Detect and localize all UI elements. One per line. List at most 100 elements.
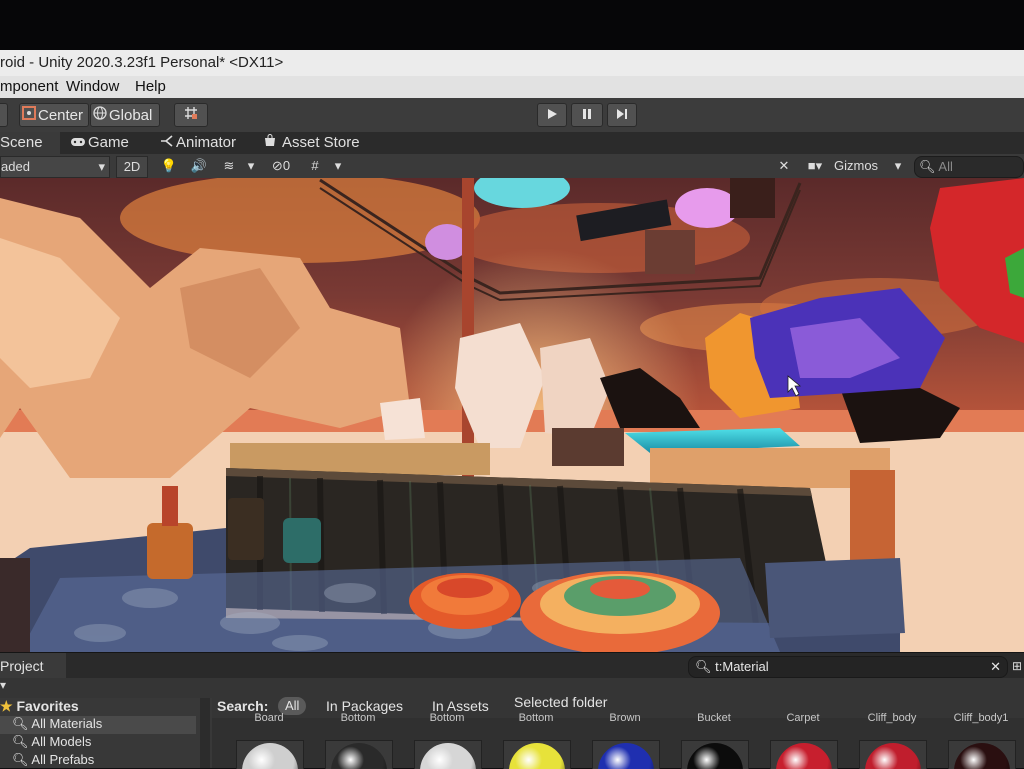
tab-asset-store-label: Asset Store [282,134,360,151]
kettle-item [283,518,321,563]
asset-label: Cliff_body [867,712,917,724]
project-search-input[interactable]: 🔍︎ t:Material ✕ [688,656,1008,678]
material-sphere [865,743,921,769]
camera-icon: ■▾ [807,158,823,173]
star-icon: ★ [0,698,13,714]
favorite-all-materials[interactable]: 🔍︎ All Materials [0,716,196,734]
global-label: Global [109,107,153,124]
grid-snap-button[interactable] [174,103,208,127]
tab-game-label: Game [88,134,129,151]
asset-thumbnail [770,740,838,769]
asset-label: Bucket [697,712,731,724]
grid-dropdown[interactable]: ▾ [330,156,346,176]
search-icon: 🔍︎ [12,734,29,749]
tab-animator[interactable]: Animator [160,132,250,154]
material-sphere [687,743,743,769]
gizmos-button[interactable]: Gizmos [834,156,890,176]
favorites-panel: ★ Favorites 🔍︎ All Materials 🔍︎ All Mode… [0,698,212,768]
scene-search-input[interactable]: 🔍︎ All [914,156,1024,178]
bottle-item [162,486,178,526]
asset-tile[interactable]: Cliff_body [857,712,927,769]
step-icon [608,104,636,128]
favorite-all-prefabs[interactable]: 🔍︎ All Prefabs [0,752,94,768]
chevron-down-icon: ▾ [98,159,105,174]
asset-thumbnail [948,740,1016,769]
audio-toggle[interactable]: 🔊 [186,156,212,176]
asset-tile[interactable]: Bottom [323,712,393,769]
asset-thumbnail [681,740,749,769]
floating-disc [675,188,739,228]
layers-icon: ≋ [223,158,235,173]
asset-tile[interactable]: Brown [590,712,660,769]
animator-icon [160,132,176,154]
menu-item-component[interactable]: mponent [0,76,58,98]
asset-label: Brown [609,712,641,724]
tab-asset-store[interactable]: Asset Store [264,132,374,154]
search-icon: 🔍︎ [12,716,29,731]
scene-search-placeholder: All [938,159,953,174]
search-icon: 🔍︎ [695,659,712,674]
pause-button[interactable] [571,103,603,127]
toggle-2d-button[interactable]: 2D [116,156,148,178]
asset-tile[interactable]: Bottom [501,712,571,769]
lighting-toggle[interactable]: 💡 [156,156,182,176]
asset-label: Carpet [786,712,820,724]
asset-tile[interactable]: Bucket [679,712,749,769]
tools-toggle[interactable]: ✕ [772,156,796,176]
play-button[interactable] [537,103,567,127]
stool [552,428,624,466]
menu-item-window[interactable]: Window [66,76,119,98]
tab-game[interactable]: Game [70,132,150,154]
globe-icon [91,104,109,128]
project-search-value: t:Material [715,659,769,674]
gizmos-dropdown[interactable]: ▾ [890,156,906,176]
asset-grid: Board Bottom Bottom Bottom Brown Bucket Carpet… [212,712,1024,769]
camera-dropdown[interactable]: ■▾ [800,156,830,176]
tab-project[interactable]: Project [0,653,66,679]
tab-scene[interactable]: Scene [0,132,60,154]
wooden-pole [462,178,474,478]
asset-label: Board [254,712,284,724]
asset-thumbnail [414,740,482,769]
pivot-center-button[interactable]: Center [19,103,89,127]
favorite-all-models[interactable]: 🔍︎ All Models [0,734,91,752]
favorite-label: All Materials [31,716,103,731]
favorites-header[interactable]: ★ Favorites [0,698,79,716]
asset-tile[interactable]: Bottom [412,712,482,769]
center-pivot-icon [20,104,38,128]
pivot-global-button[interactable]: Global [90,103,160,127]
filter-selected-folder[interactable]: Selected folder [514,694,607,710]
material-sphere [242,743,298,769]
speaker-icon: 🔊 [190,158,208,173]
asset-tile[interactable]: Board [234,712,304,769]
chevron-down-icon: ▾ [334,158,342,173]
grid-snap-icon [175,104,207,128]
play-icon [538,104,566,128]
asset-tile[interactable]: Cliff_body1 [946,712,1016,769]
create-dropdown-chevron-icon[interactable]: ▾ [0,678,6,692]
tab-animator-label: Animator [176,134,237,151]
scene-viewport[interactable] [0,178,1024,652]
step-button[interactable] [607,103,637,127]
grid-icon: # [311,158,319,173]
palm-tree-white [380,398,425,440]
toggle-2d-label: 2D [123,159,141,174]
view-options-icon[interactable]: ⊞ [1012,659,1024,673]
floating-disc [474,178,570,208]
shading-mode-dropdown[interactable]: aded ▾ [0,156,110,178]
asset-thumbnail [859,740,927,769]
effects-toggle[interactable]: ≋ [216,156,242,176]
grid-visibility-toggle[interactable]: # [304,156,326,176]
transform-tool-button[interactable] [0,103,8,127]
tab-scene-label: Scene [0,134,43,151]
effects-dropdown[interactable]: ▾ [244,156,258,176]
material-sphere [954,743,1010,769]
lightbulb-icon: 💡 [160,158,178,173]
hidden-objects-toggle[interactable]: ⊘0 [262,156,300,176]
close-icon[interactable]: ✕ [990,657,1001,677]
asset-tile[interactable]: Carpet [768,712,838,769]
menu-item-help[interactable]: Help [135,76,166,98]
jar-item [228,498,264,560]
favorites-scrollbar[interactable] [200,698,210,768]
monitor-bezel [0,0,1024,50]
